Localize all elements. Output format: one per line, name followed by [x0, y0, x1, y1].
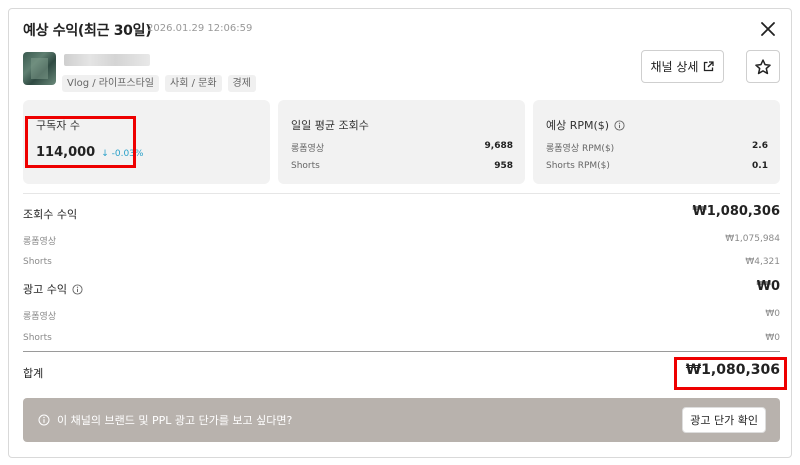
- tag: 사회 / 문화: [165, 75, 222, 92]
- ad-rate-banner: 이 채널의 브랜드 및 PPL 광고 단가를 보고 싶다면? 광고 단가 확인: [23, 398, 780, 442]
- ad-rate-check-button[interactable]: 광고 단가 확인: [682, 407, 766, 433]
- ad-revenue-row-label: Shorts: [23, 333, 52, 343]
- channel-avatar: [23, 52, 56, 85]
- view-revenue-row-label: Shorts: [23, 257, 52, 267]
- channel-name-blurred: [64, 54, 150, 66]
- row-value: 9,688: [484, 141, 513, 151]
- ad-revenue-label: 광고 수익: [23, 283, 67, 296]
- external-link-icon: [704, 61, 715, 72]
- info-icon[interactable]: [614, 119, 625, 131]
- banner-text-row: 이 채널의 브랜드 및 PPL 광고 단가를 보고 싶다면?: [38, 412, 292, 428]
- info-icon[interactable]: [72, 283, 83, 295]
- view-revenue-row-value: ₩1,075,984: [725, 234, 780, 244]
- tag: 경제: [227, 75, 256, 92]
- row-value: 2.6: [752, 141, 768, 151]
- ad-revenue-row-value: ₩0: [765, 309, 780, 319]
- row-label: Shorts RPM($): [546, 161, 610, 171]
- row-label: Shorts: [291, 161, 320, 171]
- divider: [23, 193, 780, 194]
- channel-tags: Vlog / 라이프스타일 사회 / 문화 경제: [62, 75, 256, 92]
- channel-detail-label: 채널 상세: [650, 60, 699, 74]
- timestamp: 2026.01.29 12:06:59: [147, 23, 253, 34]
- view-revenue-amount: ₩1,080,306: [692, 204, 780, 219]
- channel-detail-button[interactable]: 채널 상세: [641, 50, 724, 83]
- daily-views-row: 롱폼영상 9,688: [291, 141, 513, 154]
- daily-views-row: Shorts 958: [291, 161, 513, 171]
- row-value: 0.1: [752, 161, 768, 171]
- daily-views-title: 일일 평균 조회수: [291, 119, 369, 132]
- banner-text: 이 채널의 브랜드 및 PPL 광고 단가를 보고 싶다면?: [57, 414, 293, 427]
- info-icon: [38, 414, 50, 426]
- rpm-title: 예상 RPM($): [546, 119, 610, 132]
- ad-revenue-row-value: ₩0: [765, 333, 780, 343]
- view-revenue-label: 조회수 수익: [23, 208, 78, 221]
- row-label: 롱폼영상 RPM($): [546, 144, 615, 154]
- highlight-box: [25, 116, 136, 168]
- ad-revenue-row-label: 롱폼영상: [23, 312, 57, 322]
- favorite-button[interactable]: [746, 50, 780, 83]
- rpm-title-row: 예상 RPM($): [546, 117, 625, 133]
- total-label: 합계: [23, 367, 44, 380]
- view-revenue-row-value: ₩4,321: [745, 257, 780, 267]
- daily-views-card: 일일 평균 조회수 롱폼영상 9,688 Shorts 958: [278, 100, 525, 184]
- tag: Vlog / 라이프스타일: [62, 75, 160, 92]
- highlight-box: [674, 357, 787, 390]
- row-label: 롱폼영상: [291, 144, 325, 154]
- close-icon: [761, 22, 775, 36]
- ad-revenue-label-row: 광고 수익: [23, 281, 83, 297]
- row-value: 958: [494, 161, 513, 171]
- rpm-card: 예상 RPM($) 롱폼영상 RPM($) 2.6 Shorts RPM($) …: [533, 100, 780, 184]
- rpm-row: 롱폼영상 RPM($) 2.6: [546, 141, 768, 154]
- close-button[interactable]: [757, 18, 779, 40]
- ad-revenue-amount: ₩0: [756, 279, 780, 294]
- total-divider: [23, 351, 780, 352]
- star-icon: [755, 58, 771, 74]
- modal-title: 예상 수익(최근 30일): [23, 23, 152, 39]
- view-revenue-row-label: 롱폼영상: [23, 237, 57, 247]
- rpm-row: Shorts RPM($) 0.1: [546, 161, 768, 171]
